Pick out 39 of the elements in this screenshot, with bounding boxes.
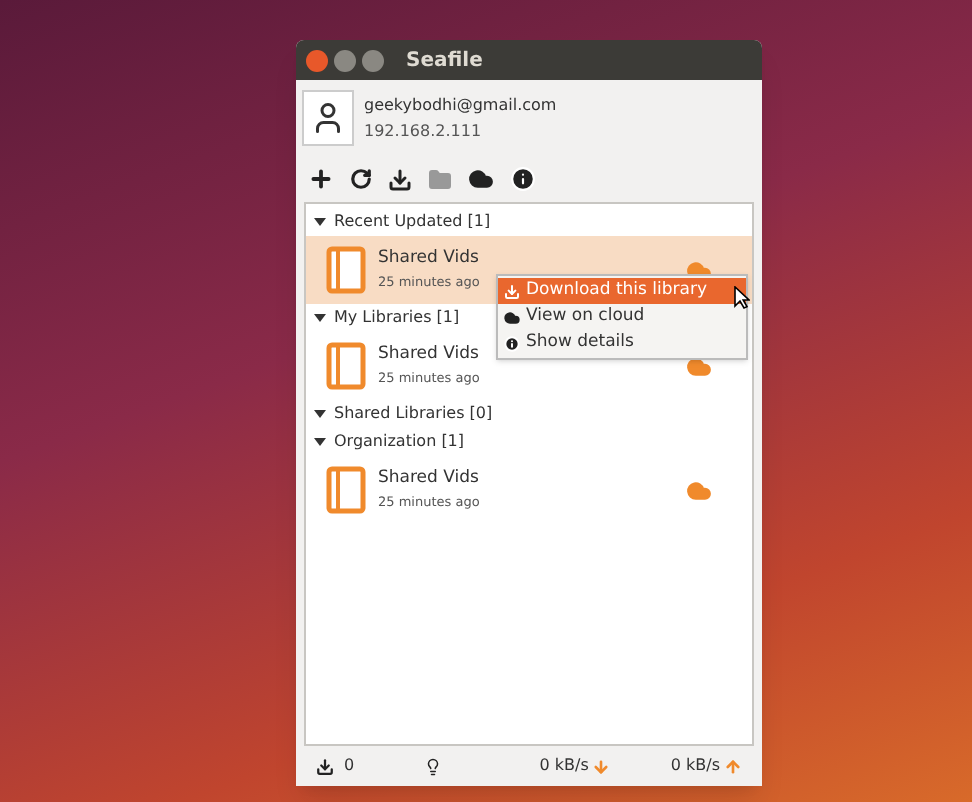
refresh-icon[interactable]	[350, 168, 372, 190]
upload-rate: 0 kB/s	[670, 754, 720, 778]
expanded-arrow-icon[interactable]	[314, 312, 326, 324]
expanded-arrow-icon[interactable]	[314, 436, 326, 448]
menu-item[interactable]: View on cloud	[498, 304, 746, 330]
cloud-icon	[504, 309, 520, 325]
library-name: Shared Vids	[378, 466, 480, 490]
expanded-arrow-icon[interactable]	[314, 408, 326, 420]
section-header[interactable]: Shared Libraries [0]	[334, 402, 493, 426]
library-icon	[326, 466, 366, 514]
user-icon	[310, 100, 346, 136]
library-name: Shared Vids	[378, 246, 480, 270]
library-icon	[326, 342, 366, 390]
close-button[interactable]	[306, 49, 328, 71]
lightbulb-icon	[424, 757, 442, 775]
download-arrow-icon	[592, 757, 611, 775]
section-header[interactable]: My Libraries [1]	[334, 306, 460, 330]
info-icon[interactable]	[510, 166, 536, 192]
maximize-button[interactable]	[362, 49, 384, 71]
account-email: geekybodhi@gmail.com	[364, 94, 557, 118]
task-count: 0	[344, 754, 357, 778]
expanded-arrow-icon[interactable]	[314, 216, 326, 228]
avatar[interactable]	[302, 90, 354, 146]
download-icon	[504, 283, 520, 299]
add-icon[interactable]	[308, 166, 334, 192]
section-header[interactable]: Recent Updated [1]	[334, 210, 491, 234]
download-rate: 0 kB/s	[539, 754, 589, 778]
info-icon	[504, 335, 520, 351]
server-address: 192.168.2.111	[364, 120, 484, 144]
library-icon	[326, 246, 366, 294]
window-title: Seafile	[406, 47, 483, 75]
download-icon	[316, 757, 334, 775]
upload-arrow-icon	[724, 757, 742, 775]
section-header[interactable]: Organization [1]	[334, 430, 465, 454]
cloud-icon[interactable]	[468, 166, 494, 192]
library-name: Shared Vids	[378, 342, 480, 366]
download-icon[interactable]	[388, 167, 412, 191]
minimize-button[interactable]	[334, 49, 356, 71]
menu-item[interactable]: Show details	[498, 330, 746, 356]
